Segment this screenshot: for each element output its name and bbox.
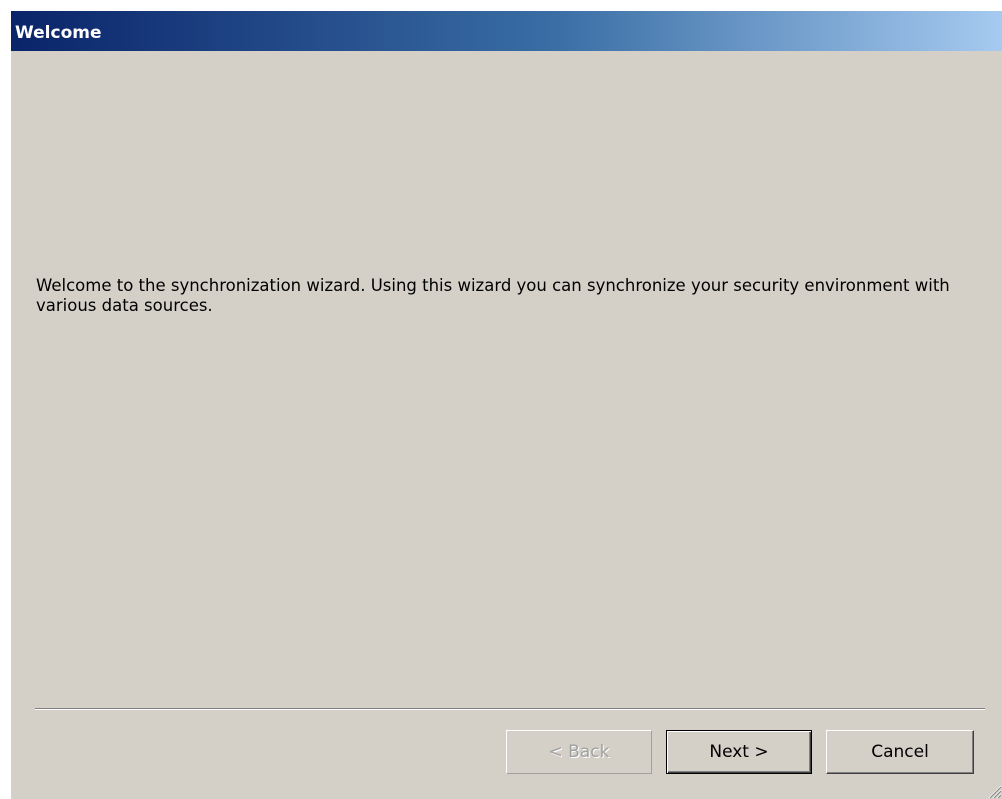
back-button[interactable]: < Back <box>506 730 652 774</box>
cancel-button[interactable]: Cancel <box>826 730 974 774</box>
wizard-window: Welcome Welcome to the synchronization w… <box>10 10 1002 799</box>
next-button[interactable]: Next > <box>666 730 812 774</box>
title-bar[interactable]: Welcome <box>11 11 1002 51</box>
welcome-message: Welcome to the synchronization wizard. U… <box>36 276 950 315</box>
resize-grip-icon[interactable] <box>986 783 1002 799</box>
window-title: Welcome <box>15 23 102 43</box>
separator <box>35 708 985 710</box>
